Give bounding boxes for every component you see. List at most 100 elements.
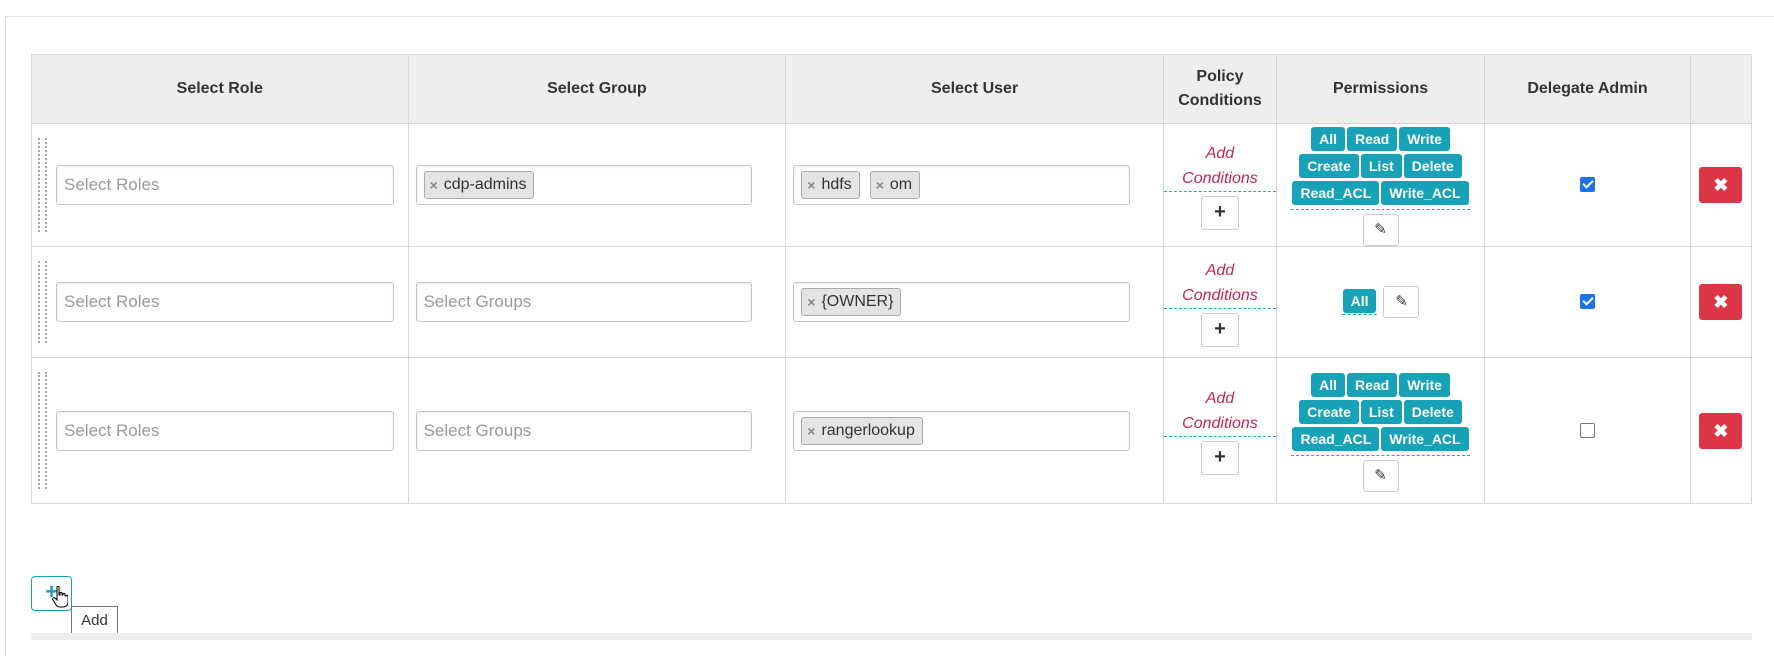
group-tag: × cdp-admins: [423, 171, 535, 199]
user-tag: × om: [869, 171, 921, 199]
permission-badge: Create: [1299, 399, 1359, 424]
group-tag-label: cdp-admins: [443, 176, 527, 193]
user-cell: × {OWNER}: [785, 246, 1164, 358]
group-cell: × cdp-admins: [407, 123, 787, 247]
remove-tag-icon[interactable]: ×: [876, 177, 884, 193]
remove-tag-icon[interactable]: ×: [807, 177, 815, 193]
permission-badge: Write: [1399, 127, 1450, 151]
permissions-cell: All Read Write Create List Delete Read_ACL Wr…: [1276, 123, 1486, 247]
roles-placeholder: Select Roles: [64, 420, 160, 440]
header-actions: [1689, 54, 1753, 124]
policy-items-table: Select Role Select Group Select User Pol…: [31, 54, 1753, 504]
permission-badge: Delete: [1403, 154, 1462, 178]
delegate-admin-checkbox[interactable]: [1579, 177, 1595, 193]
delegate-admin-checkbox[interactable]: [1579, 422, 1595, 438]
header-permissions: Permissions: [1276, 54, 1486, 124]
user-tag-label: rangerlookup: [821, 421, 915, 439]
remove-tag-icon[interactable]: ×: [807, 294, 815, 310]
actions-cell: ✖: [1689, 246, 1753, 358]
drag-handle[interactable]: [38, 261, 47, 343]
add-condition-button[interactable]: +: [1200, 195, 1239, 230]
groups-select[interactable]: Select Groups: [415, 282, 753, 322]
users-select[interactable]: × {OWNER}: [793, 282, 1130, 322]
conditions-cell: Add Conditions +: [1162, 246, 1278, 358]
drag-handle[interactable]: [38, 372, 47, 489]
table-row: Select Roles Select Groups × {OWNER} Add …: [31, 246, 1753, 358]
permission-badge: Read: [1346, 127, 1398, 151]
remove-tag-icon[interactable]: ×: [807, 423, 815, 439]
permission-badge: Read_ACL: [1292, 426, 1380, 451]
header-select-role: Select Role: [31, 54, 409, 124]
permission-badge: Write_ACL: [1381, 426, 1469, 451]
add-condition-button[interactable]: +: [1200, 312, 1239, 347]
permission-badge: All: [1311, 127, 1345, 151]
actions-cell: ✖: [1689, 123, 1753, 247]
group-cell: Select Groups: [407, 357, 787, 504]
delete-row-button[interactable]: ✖: [1699, 167, 1743, 203]
footer-bar: [31, 633, 1752, 640]
role-cell: Select Roles: [31, 123, 409, 247]
add-conditions-link[interactable]: Add Conditions: [1163, 141, 1277, 192]
add-conditions-link[interactable]: Add Conditions: [1163, 258, 1277, 309]
groups-select[interactable]: × cdp-admins: [415, 165, 753, 205]
roles-placeholder: Select Roles: [64, 175, 160, 194]
delete-row-button[interactable]: ✖: [1699, 284, 1743, 320]
permission-badge: Read: [1346, 372, 1398, 397]
roles-select[interactable]: Select Roles: [56, 165, 394, 205]
group-cell: Select Groups: [407, 246, 787, 358]
delegate-admin-cell: [1484, 123, 1691, 247]
delegate-admin-checkbox[interactable]: [1579, 294, 1595, 310]
add-condition-button[interactable]: +: [1200, 441, 1239, 475]
permissions-list[interactable]: All: [1341, 289, 1378, 315]
delegate-admin-cell: [1484, 246, 1691, 358]
user-tag-label: om: [889, 176, 913, 193]
role-cell: Select Roles: [31, 357, 409, 504]
permissions-list[interactable]: All Read Write Create List Delete Read_ACL Wr…: [1291, 124, 1470, 210]
permission-badge: All: [1342, 289, 1377, 313]
user-cell: × hdfs × om: [785, 123, 1164, 247]
permission-badge: All: [1311, 372, 1345, 397]
pencil-icon: ✎: [1395, 293, 1408, 310]
roles-select[interactable]: Select Roles: [56, 410, 394, 451]
pencil-icon: ✎: [1374, 466, 1387, 484]
edit-permissions-button[interactable]: ✎: [1362, 214, 1399, 246]
table-header-row: Select Role Select Group Select User Pol…: [31, 54, 1753, 124]
table-row: Select Roles Select Groups × rangerlookup…: [31, 357, 1753, 504]
pencil-icon: ✎: [1374, 221, 1387, 238]
remove-tag-icon[interactable]: ×: [430, 177, 438, 193]
user-tag-label: hdfs: [821, 176, 852, 193]
header-select-user: Select User: [785, 54, 1164, 124]
close-icon: ✖: [1713, 175, 1729, 195]
permission-badge: Read_ACL: [1292, 181, 1380, 205]
drag-handle[interactable]: [38, 138, 47, 232]
permission-badge: Write: [1399, 372, 1450, 397]
conditions-cell: Add Conditions +: [1162, 357, 1278, 504]
roles-select[interactable]: Select Roles: [56, 282, 394, 322]
user-tag: × {OWNER}: [801, 288, 902, 316]
delegate-admin-cell: [1484, 357, 1691, 504]
permission-badge: List: [1360, 154, 1402, 178]
users-select[interactable]: × hdfs × om: [793, 165, 1130, 205]
edit-permissions-button[interactable]: ✎: [1383, 286, 1420, 318]
permissions-cell: All ✎: [1276, 246, 1486, 358]
role-cell: Select Roles: [31, 246, 409, 358]
groups-placeholder: Select Groups: [423, 292, 532, 311]
hand-cursor-icon: [52, 586, 68, 608]
permissions-list[interactable]: All Read Write Create List Delete Read_ACL Wr…: [1291, 370, 1470, 456]
close-icon: ✖: [1713, 292, 1729, 312]
user-cell: × rangerlookup: [785, 357, 1164, 504]
permission-badge: Create: [1299, 154, 1359, 178]
close-icon: ✖: [1713, 420, 1729, 441]
roles-placeholder: Select Roles: [64, 292, 160, 311]
conditions-cell: Add Conditions +: [1162, 123, 1278, 247]
users-select[interactable]: × rangerlookup: [793, 410, 1130, 451]
permission-badge: Write_ACL: [1381, 181, 1469, 205]
actions-cell: ✖: [1689, 357, 1753, 504]
add-conditions-link[interactable]: Add Conditions: [1163, 386, 1277, 437]
permission-badge: List: [1360, 399, 1402, 424]
edit-permissions-button[interactable]: ✎: [1362, 459, 1399, 492]
delete-row-button[interactable]: ✖: [1699, 412, 1743, 449]
user-tag-label: {OWNER}: [821, 293, 894, 310]
user-tag: × hdfs: [801, 171, 860, 199]
groups-select[interactable]: Select Groups: [415, 410, 753, 451]
